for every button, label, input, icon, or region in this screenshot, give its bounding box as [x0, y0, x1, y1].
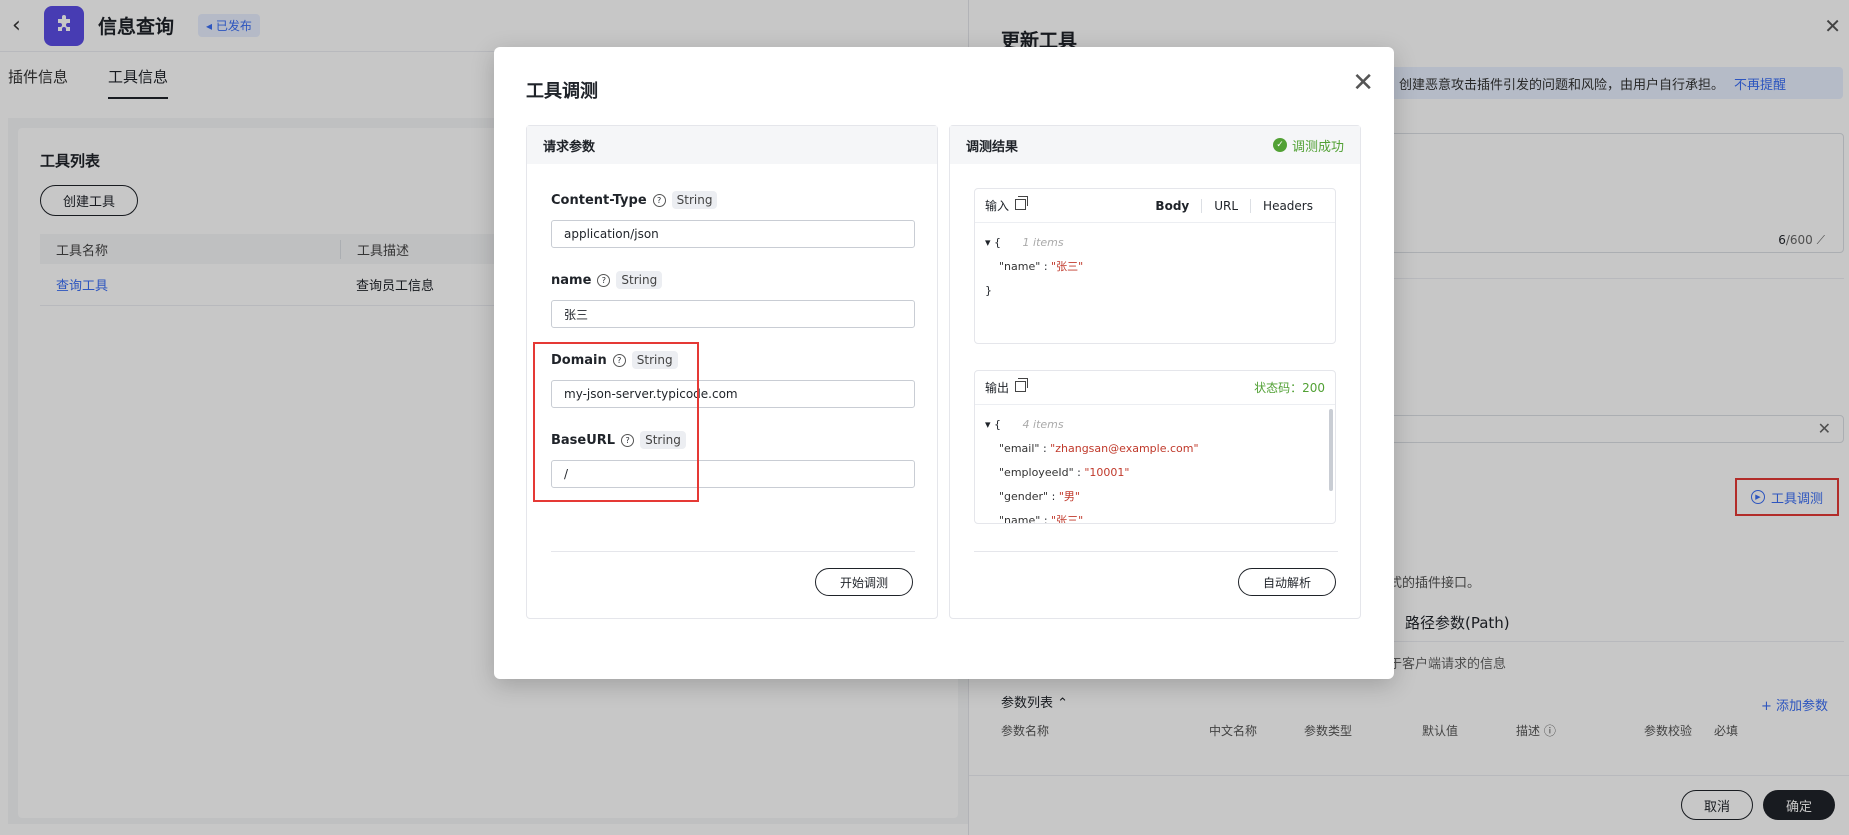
test-result-header: 调测结果 ✓ 调测成功 — [950, 126, 1360, 164]
test-result-title: 调测结果 — [966, 139, 1019, 155]
json-value: "张三" — [1051, 260, 1084, 273]
json-key: "email" — [999, 442, 1040, 455]
input-json: ▾ { 1 items "name" : "张三" } — [975, 223, 1335, 311]
start-test-button[interactable]: 开始调测 — [815, 568, 913, 596]
input-tabs: Body URL Headers — [1143, 198, 1325, 213]
help-icon[interactable]: ? — [597, 273, 611, 287]
input-label: 输入 — [985, 199, 1010, 213]
test-result-panel: 调测结果 ✓ 调测成功 输入 Body URL Headers ▾ { 1 it… — [949, 125, 1361, 619]
json-key: "employeeId" — [999, 466, 1074, 479]
type-tag: String — [616, 271, 663, 289]
success-status: ✓ 调测成功 — [1272, 136, 1344, 155]
field-label-text: name — [551, 272, 592, 288]
output-box: 输出 状态码：200 ▾ { 4 items "email" : "zhangs… — [974, 370, 1336, 524]
items-hint: 1 items — [1022, 236, 1064, 249]
output-header: 输出 状态码：200 — [975, 371, 1335, 405]
json-value: "10001" — [1084, 466, 1130, 479]
tab-headers[interactable]: Headers — [1250, 198, 1325, 213]
highlight-box — [533, 342, 699, 502]
tab-url[interactable]: URL — [1201, 198, 1250, 213]
output-label: 输出 — [985, 381, 1010, 395]
json-line: "email" : "zhangsan@example.com" — [999, 442, 1199, 455]
copy-icon[interactable] — [1015, 196, 1029, 210]
json-open: ▾ { 4 items — [985, 418, 1064, 431]
type-tag: String — [671, 191, 718, 209]
input-header: 输入 Body URL Headers — [975, 189, 1335, 223]
json-key: "name" — [999, 514, 1041, 524]
request-params-header: 请求参数 — [527, 126, 937, 164]
request-params-title: 请求参数 — [543, 139, 596, 155]
close-icon[interactable]: ✕ — [1352, 59, 1374, 107]
check-circle-icon: ✓ — [1272, 138, 1287, 152]
json-key: "name" — [999, 260, 1041, 273]
json-line: "name" : "张三" — [999, 260, 1084, 273]
output-label-wrap: 输出 — [985, 378, 1029, 396]
field-name: name ? String 张三 — [551, 268, 915, 328]
content-type-input[interactable]: application/json — [551, 220, 915, 248]
copy-icon[interactable] — [1015, 378, 1029, 392]
json-value: "男" — [1058, 490, 1080, 503]
field-label-text: Content-Type — [551, 192, 647, 208]
json-value: "zhangsan@example.com" — [1050, 442, 1199, 455]
tab-body[interactable]: Body — [1143, 199, 1201, 213]
request-params-panel: 请求参数 Content-Type ? String application/j… — [526, 125, 938, 619]
modal-title: 工具调测 — [526, 81, 598, 102]
status-code: 状态码：200 — [1254, 381, 1325, 395]
json-key: "gender" — [999, 490, 1049, 503]
json-open: ▾ { 1 items — [985, 236, 1064, 249]
divider — [974, 551, 1338, 552]
items-hint: 4 items — [1022, 418, 1064, 431]
divider — [551, 551, 915, 552]
input-box: 输入 Body URL Headers ▾ { 1 items "name" :… — [974, 188, 1336, 344]
input-label-wrap: 输入 — [985, 196, 1029, 214]
field-label: name ? String — [551, 268, 915, 292]
name-input[interactable]: 张三 — [551, 300, 915, 328]
tool-test-modal: 工具调测 ✕ 请求参数 Content-Type ? String applic… — [494, 47, 1394, 679]
json-line: "gender" : "男" — [999, 490, 1080, 503]
auto-parse-button[interactable]: 自动解析 — [1238, 568, 1336, 596]
field-content-type: Content-Type ? String application/json — [551, 188, 915, 248]
json-line: "name" : "张三" — [985, 509, 1325, 524]
output-json: ▾ { 4 items "email" : "zhangsan@example.… — [975, 405, 1335, 524]
json-close: } — [985, 284, 992, 297]
json-value: "张三" — [1051, 514, 1084, 524]
json-line: "employeeId" : "10001" — [999, 466, 1130, 479]
success-text: 调测成功 — [1291, 139, 1344, 155]
scrollbar[interactable] — [1329, 409, 1333, 491]
field-label: Content-Type ? String — [551, 188, 915, 212]
help-icon[interactable]: ? — [652, 193, 666, 207]
